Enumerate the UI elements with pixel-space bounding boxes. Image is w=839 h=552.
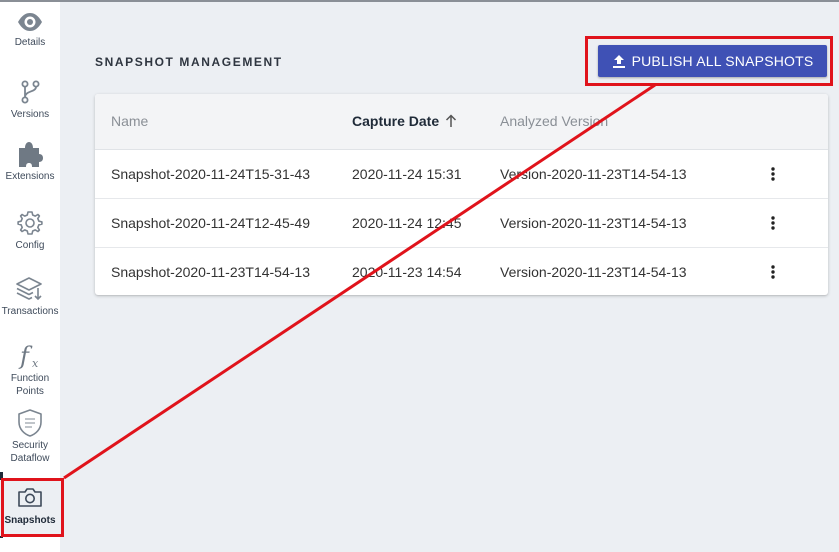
- sidebar-item-config[interactable]: Config: [0, 210, 60, 252]
- publish-button-label: PUBLISH ALL SNAPSHOTS: [631, 53, 814, 69]
- sidebar-item-transactions[interactable]: Transactions: [0, 276, 60, 318]
- svg-text:f: f: [18, 342, 33, 370]
- column-header-label: Capture Date: [352, 113, 440, 129]
- gear-icon: [17, 211, 43, 235]
- sidebar-item-label: Snapshots: [4, 515, 56, 526]
- sidebar-item-details[interactable]: Details: [0, 12, 60, 49]
- table-row[interactable]: Snapshot-2020-11-24T15-31-43 2020-11-24 …: [95, 150, 828, 199]
- table-header: Name Capture Date Analyzed Version: [95, 94, 828, 150]
- capture-date: 2020-11-24 15:31: [352, 166, 462, 182]
- column-header-name[interactable]: Name: [111, 113, 148, 129]
- sidebar-item-label: Security Dataflow: [10, 440, 50, 464]
- page-title: SNAPSHOT MANAGEMENT: [95, 55, 283, 69]
- snapshot-name: Snapshot-2020-11-24T15-31-43: [111, 166, 310, 182]
- sidebar-item-label: Config: [15, 240, 45, 251]
- more-vertical-icon[interactable]: [767, 260, 779, 284]
- sidebar-item-extensions[interactable]: Extensions: [0, 140, 60, 183]
- sidebar-item-label: Versions: [10, 109, 50, 120]
- more-vertical-icon[interactable]: [767, 211, 779, 235]
- analyzed-version: Version-2020-11-23T14-54-13: [500, 215, 687, 231]
- sidebar-item-label: Details: [14, 37, 46, 48]
- sidebar: Details Versions Extensions Config Trans…: [0, 2, 60, 552]
- eye-icon: [18, 13, 42, 31]
- column-header-analyzed-version[interactable]: Analyzed Version: [500, 113, 608, 129]
- capture-date: 2020-11-23 14:54: [352, 264, 462, 280]
- analyzed-version: Version-2020-11-23T14-54-13: [500, 166, 687, 182]
- analyzed-version: Version-2020-11-23T14-54-13: [500, 264, 687, 280]
- svg-text:x: x: [32, 357, 39, 370]
- function-icon: f x: [18, 342, 39, 370]
- snapshot-name: Snapshot-2020-11-23T14-54-13: [111, 264, 310, 280]
- sidebar-item-label: Extensions: [5, 171, 55, 182]
- upload-icon: [612, 54, 625, 68]
- more-vertical-icon[interactable]: [767, 162, 779, 186]
- puzzle-icon: [19, 142, 43, 167]
- snapshots-table: Name Capture Date Analyzed Version Snaps…: [95, 94, 828, 295]
- snapshot-name: Snapshot-2020-11-24T12-45-49: [111, 215, 310, 231]
- git-branch-icon: [21, 80, 40, 104]
- column-header-capture-date[interactable]: Capture Date: [352, 113, 457, 129]
- window-top-border: [0, 0, 839, 2]
- sidebar-item-function-points[interactable]: f x Function Points: [0, 342, 60, 398]
- sort-ascending-icon: [446, 114, 457, 127]
- table-row[interactable]: Snapshot-2020-11-23T14-54-13 2020-11-23 …: [95, 248, 828, 296]
- sidebar-item-versions[interactable]: Versions: [0, 80, 60, 121]
- sidebar-item-snapshots[interactable]: Snapshots: [0, 480, 60, 536]
- sidebar-item-label: Transactions: [1, 306, 59, 317]
- table-row[interactable]: Snapshot-2020-11-24T12-45-49 2020-11-24 …: [95, 199, 828, 248]
- layers-icon: [16, 277, 42, 301]
- sidebar-item-security-dataflow[interactable]: Security Dataflow: [0, 408, 60, 465]
- sidebar-item-label: Function Points: [10, 373, 50, 397]
- publish-all-snapshots-button[interactable]: PUBLISH ALL SNAPSHOTS: [598, 45, 827, 77]
- capture-date: 2020-11-24 12:45: [352, 215, 462, 231]
- shield-icon: [18, 409, 42, 437]
- camera-icon: [18, 488, 42, 507]
